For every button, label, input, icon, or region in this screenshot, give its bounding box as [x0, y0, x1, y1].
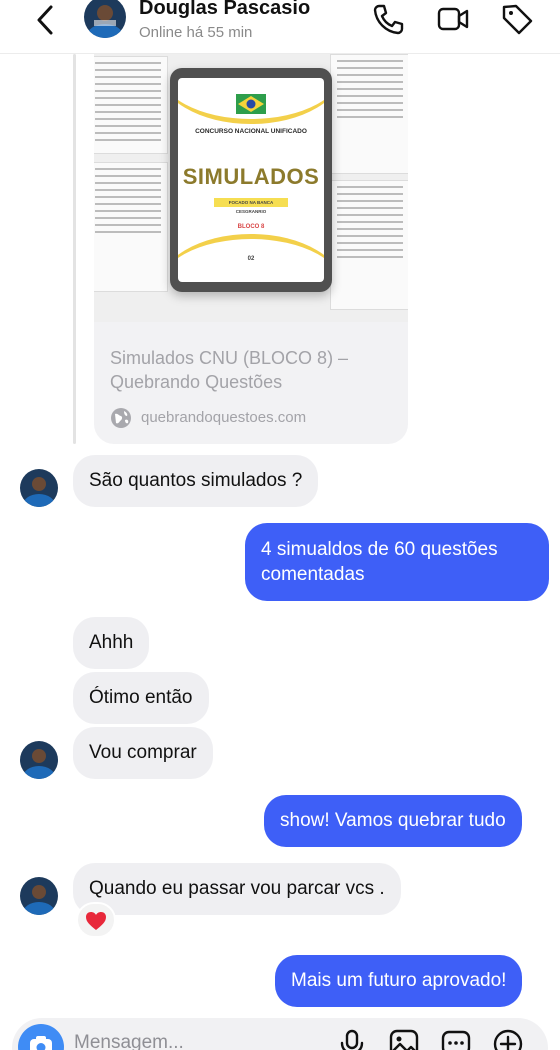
microphone-icon[interactable]	[336, 1028, 368, 1050]
message-text-line: comentadas	[261, 564, 365, 585]
cover-title: SIMULADOS	[182, 164, 320, 189]
contact-name[interactable]: Douglas Pascasio	[139, 0, 310, 20]
cover-heading: CONCURSO NACIONAL UNIFICADO	[195, 128, 307, 135]
message-bubble-incoming[interactable]: Ótimo então	[73, 672, 209, 724]
contact-status: Online há 55 min	[139, 24, 253, 41]
message-bubble-incoming[interactable]: Quando eu passar vou parcar vcs .	[73, 863, 401, 915]
message-composer	[12, 1018, 548, 1050]
message-bubble-outgoing[interactable]: Mais um futuro aprovado!	[275, 955, 523, 1007]
sender-avatar[interactable]	[20, 741, 58, 779]
sender-avatar[interactable]	[20, 469, 58, 507]
message-input[interactable]	[74, 1032, 274, 1050]
message-text: São quantos simulados ?	[89, 470, 303, 491]
message-bubble-incoming[interactable]: São quantos simulados ?	[73, 455, 319, 507]
red-heart-icon	[86, 912, 106, 930]
sticker-icon[interactable]	[440, 1028, 472, 1050]
shared-link-preview[interactable]: CONCURSO NACIONAL UNIFICADO SIMULADOS FO…	[94, 54, 408, 444]
chat-header: Douglas Pascasio Online há 55 min	[0, 0, 560, 54]
link-domain: quebrandoquestoes.com	[141, 409, 307, 426]
message-reaction[interactable]	[76, 902, 116, 938]
reply-thread-line	[73, 54, 76, 444]
message-text: Ótimo então	[89, 687, 193, 708]
link-title[interactable]: Simulados CNU (BLOCO 8) – Quebrando Ques…	[110, 346, 400, 394]
globe-icon	[111, 408, 131, 428]
sender-avatar[interactable]	[20, 877, 58, 915]
camera-button[interactable]	[18, 1024, 64, 1050]
cover-number: 02	[247, 256, 255, 262]
message-text: Vou comprar	[89, 742, 197, 763]
link-preview-image: CONCURSO NACIONAL UNIFICADO SIMULADOS FO…	[94, 54, 408, 322]
message-bubble-incoming[interactable]: Ahhh	[73, 617, 150, 669]
brazil-flag-icon	[236, 94, 266, 114]
phone-call-icon[interactable]	[371, 2, 405, 36]
gallery-icon[interactable]	[388, 1028, 420, 1050]
add-icon[interactable]	[492, 1028, 524, 1050]
tag-icon[interactable]	[500, 2, 534, 36]
contact-avatar[interactable]	[84, 0, 126, 38]
cover-tagline: FOCADO NA BANCA CESGRANRIO	[214, 198, 288, 214]
back-arrow-icon[interactable]	[30, 2, 62, 38]
message-bubble-outgoing[interactable]: 4 simualdos de 60 questões comentadas	[245, 523, 549, 601]
message-text-line: 4 simualdos de 60 questões	[261, 539, 498, 560]
camera-icon	[30, 1036, 52, 1050]
message-text: show! Vamos quebrar tudo	[280, 810, 506, 831]
message-text: Quando eu passar vou parcar vcs .	[89, 878, 385, 899]
message-text: Ahhh	[89, 632, 134, 653]
message-text: Mais um futuro aprovado!	[291, 970, 507, 991]
message-bubble-outgoing[interactable]: show! Vamos quebrar tudo	[264, 795, 522, 847]
video-call-icon[interactable]	[436, 2, 470, 36]
message-bubble-incoming[interactable]: Vou comprar	[73, 727, 213, 779]
ebook-cover: CONCURSO NACIONAL UNIFICADO SIMULADOS FO…	[170, 68, 332, 292]
cover-block: BLOCO 8	[237, 224, 265, 230]
